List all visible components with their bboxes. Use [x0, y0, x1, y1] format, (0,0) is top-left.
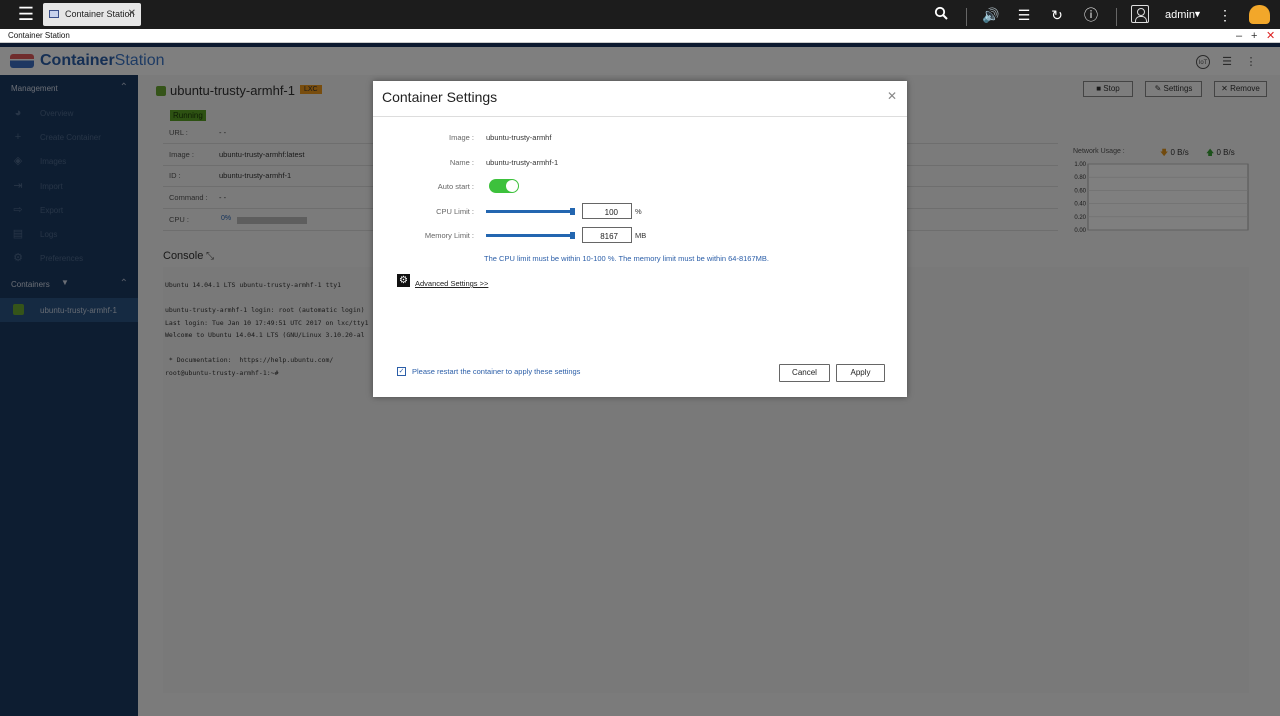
- apply-button[interactable]: Apply: [836, 364, 885, 382]
- main-menu-icon[interactable]: ☰: [12, 0, 40, 29]
- tasks-icon[interactable]: ☰: [1014, 5, 1034, 25]
- autostart-toggle[interactable]: [489, 179, 519, 193]
- user-avatar-icon[interactable]: [1131, 5, 1149, 23]
- container-settings-dialog: Container Settings ✕ Image : ubuntu-trus…: [373, 81, 907, 397]
- app-tab-container-station[interactable]: Container Station ✕: [43, 3, 141, 26]
- minimize-icon[interactable]: –: [1236, 29, 1242, 43]
- cpu-limit-slider[interactable]: [486, 208, 575, 215]
- image-value: ubuntu-trusty-armhf: [486, 133, 552, 142]
- name-label: Name :: [449, 158, 474, 167]
- autostart-label: Auto start :: [437, 182, 474, 191]
- app-tab-label: Container Station: [65, 9, 135, 19]
- sync-icon[interactable]: ↻: [1047, 5, 1067, 25]
- system-top-bar: ☰ Container Station ✕ 🔊 ☰ ↻ ⓘ admin ▼ ⋮: [0, 0, 1280, 29]
- dialog-header: Container Settings ✕: [373, 81, 907, 117]
- volume-icon[interactable]: 🔊: [981, 5, 1001, 25]
- user-name[interactable]: admin: [1165, 9, 1195, 21]
- cpu-limit-input[interactable]: [582, 203, 632, 219]
- cpu-limit-label: CPU Limit :: [436, 207, 474, 216]
- memory-limit-label: Memory Limit :: [424, 231, 474, 240]
- toolbar-divider: [1116, 8, 1117, 26]
- memory-limit-slider[interactable]: [486, 232, 575, 239]
- window-title: Container Station: [8, 31, 70, 40]
- search-icon[interactable]: [931, 5, 951, 25]
- window-title-bar: Container Station – + ✕: [0, 29, 1280, 43]
- restart-checkbox[interactable]: ✓: [397, 367, 406, 376]
- more-options-icon[interactable]: ⋮: [1215, 5, 1235, 25]
- container-station-icon: [49, 10, 59, 18]
- memory-limit-input[interactable]: [582, 227, 632, 243]
- close-icon[interactable]: ✕: [887, 89, 897, 103]
- cancel-button[interactable]: Cancel: [779, 364, 830, 382]
- restart-note: Please restart the container to apply th…: [412, 367, 581, 376]
- limit-note: The CPU limit must be within 10-100 %. T…: [484, 254, 769, 263]
- dashboard-gauge-icon[interactable]: [1249, 5, 1270, 24]
- gear-icon[interactable]: ⚙: [397, 274, 410, 287]
- advanced-settings-link[interactable]: Advanced Settings >>: [415, 279, 488, 288]
- maximize-icon[interactable]: +: [1251, 29, 1257, 43]
- image-label: Image :: [448, 133, 474, 142]
- close-tab-icon[interactable]: ✕: [128, 8, 136, 19]
- close-window-icon[interactable]: ✕: [1266, 29, 1275, 43]
- memory-unit: MB: [635, 231, 647, 240]
- cpu-unit: %: [635, 207, 642, 216]
- toolbar-divider: [966, 8, 967, 26]
- info-icon[interactable]: ⓘ: [1081, 5, 1101, 25]
- user-menu-caret-icon[interactable]: ▼: [1193, 9, 1202, 19]
- name-value: ubuntu-trusty-armhf-1: [486, 158, 559, 167]
- dialog-title: Container Settings: [382, 89, 498, 105]
